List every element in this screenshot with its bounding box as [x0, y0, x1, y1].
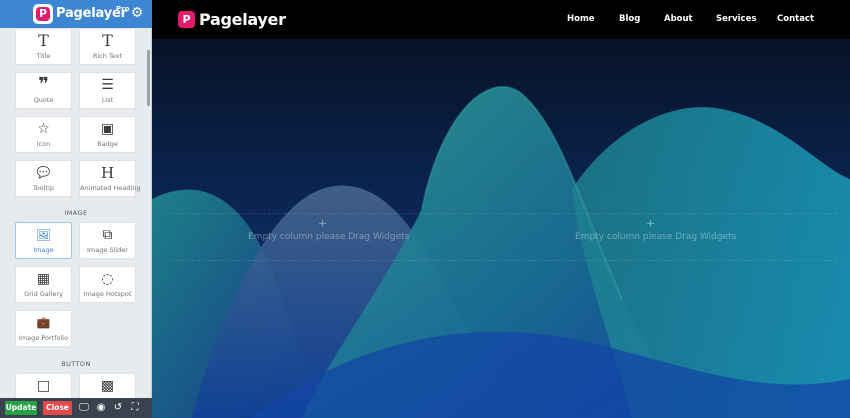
widget-social-button[interactable]: ▩ — [79, 373, 136, 398]
widget-grid-gallery[interactable]: ▦ Grid Gallery — [15, 266, 72, 303]
widget-label: Image — [33, 246, 54, 254]
list-icon: ☰ — [101, 77, 114, 93]
add-widget-icon-left[interactable]: + — [318, 217, 327, 230]
sidebar-footer: Update Close 🖵 ◉ ↺ ⛶ — [0, 398, 152, 418]
section-title-button: BUTTON — [61, 360, 91, 368]
site-header: P Pagelayer Home Blog About Services Con… — [152, 0, 850, 39]
widget-image-slider[interactable]: ⧉ Image Slider — [79, 222, 136, 259]
pagelayer-logo-letter: P — [36, 7, 50, 21]
empty-column-right-text: Empty column please Drag Widgets — [575, 232, 737, 242]
widget-label: Badge — [97, 140, 118, 148]
hero-background — [152, 39, 850, 418]
site-name[interactable]: Pagelayer — [199, 10, 286, 29]
widget-label: Grid Gallery — [24, 290, 63, 298]
nav-services[interactable]: Services — [716, 14, 756, 24]
widget-label: Rich Text — [92, 52, 123, 60]
pagelayer-logo-icon: P — [33, 4, 53, 24]
editor-sidebar: P Pagelayer Pro ⚙ T Title T Rich Text ❞ … — [0, 0, 152, 418]
section-title-image: IMAGE — [64, 209, 88, 217]
nav-contact[interactable]: Contact — [777, 14, 814, 24]
widget-button[interactable]: □ — [15, 373, 72, 398]
briefcase-icon: 💼 — [36, 316, 51, 329]
image-icon: 🖼 — [35, 228, 52, 242]
widget-image-hotspot[interactable]: ◌ Image Hotspot — [79, 266, 136, 303]
eye-icon[interactable]: ◉ — [95, 401, 107, 415]
pro-badge: Pro — [116, 5, 130, 13]
add-widget-icon-right[interactable]: + — [646, 217, 655, 230]
widget-label: Image Hotspot — [83, 290, 132, 298]
widget-animated-heading[interactable]: H Animated Heading — [79, 160, 141, 197]
sitemap-icon[interactable]: ⛶ — [129, 401, 141, 415]
widget-tooltip[interactable]: 💬 Tooltip — [15, 160, 72, 197]
nav-blog[interactable]: Blog — [619, 14, 640, 24]
widget-label: Quote — [33, 96, 54, 104]
image-slider-icon: ⧉ — [102, 227, 113, 243]
grid-icon: ▦ — [36, 271, 51, 287]
widget-title[interactable]: T Title — [15, 28, 72, 65]
widget-label: Icon — [36, 140, 51, 148]
star-icon: ☆ — [37, 121, 50, 137]
widget-list[interactable]: T Title T Rich Text ❞ Quote ☰ List ☆ Ico… — [0, 28, 152, 398]
sidebar-header: P Pagelayer Pro ⚙ — [0, 0, 152, 28]
site-logo-icon[interactable]: P — [178, 11, 195, 28]
heading-icon: H — [100, 164, 115, 182]
history-icon[interactable]: ↺ — [112, 401, 124, 415]
button-icon: □ — [36, 378, 51, 394]
nav-home[interactable]: Home — [567, 14, 595, 24]
tooltip-icon: 💬 — [36, 166, 51, 179]
widget-label: Image Portfolio — [18, 334, 69, 342]
widget-label: List — [101, 96, 114, 104]
empty-column-left-text: Empty column please Drag Widgets — [248, 232, 410, 242]
widget-label: Image Slider — [87, 246, 128, 254]
widget-label: Tooltip — [32, 184, 55, 192]
widget-image[interactable]: 🖼 Image — [15, 222, 72, 259]
sidebar-scrollbar[interactable] — [147, 50, 150, 106]
nav-about[interactable]: About — [664, 14, 693, 24]
gear-icon[interactable]: ⚙ — [130, 6, 144, 20]
widget-label: Animated Heading — [80, 184, 141, 192]
row-bottom-border — [172, 260, 837, 261]
rich-text-icon: T — [102, 31, 113, 50]
quote-icon: ❞ — [38, 74, 49, 95]
badge-icon: ▣ — [100, 121, 115, 137]
close-button[interactable]: Close — [43, 401, 72, 415]
widget-quote[interactable]: ❞ Quote — [15, 72, 72, 109]
page-canvas: P Pagelayer Home Blog About Services Con… — [152, 0, 850, 418]
desktop-icon[interactable]: 🖵 — [78, 401, 90, 415]
hotspot-icon: ◌ — [101, 271, 114, 287]
widget-label: Title — [36, 52, 51, 60]
update-button[interactable]: Update — [5, 401, 37, 415]
widget-icon[interactable]: ☆ Icon — [15, 116, 72, 153]
qr-icon: ▩ — [100, 378, 115, 394]
widget-list-item[interactable]: ☰ List — [79, 72, 136, 109]
column-right-border — [497, 213, 837, 214]
title-icon: T — [38, 31, 49, 50]
column-left-border — [172, 213, 492, 214]
widget-badge[interactable]: ▣ Badge — [79, 116, 136, 153]
widget-image-portfolio[interactable]: 💼 Image Portfolio — [15, 310, 72, 347]
widget-rich-text[interactable]: T Rich Text — [79, 28, 136, 65]
